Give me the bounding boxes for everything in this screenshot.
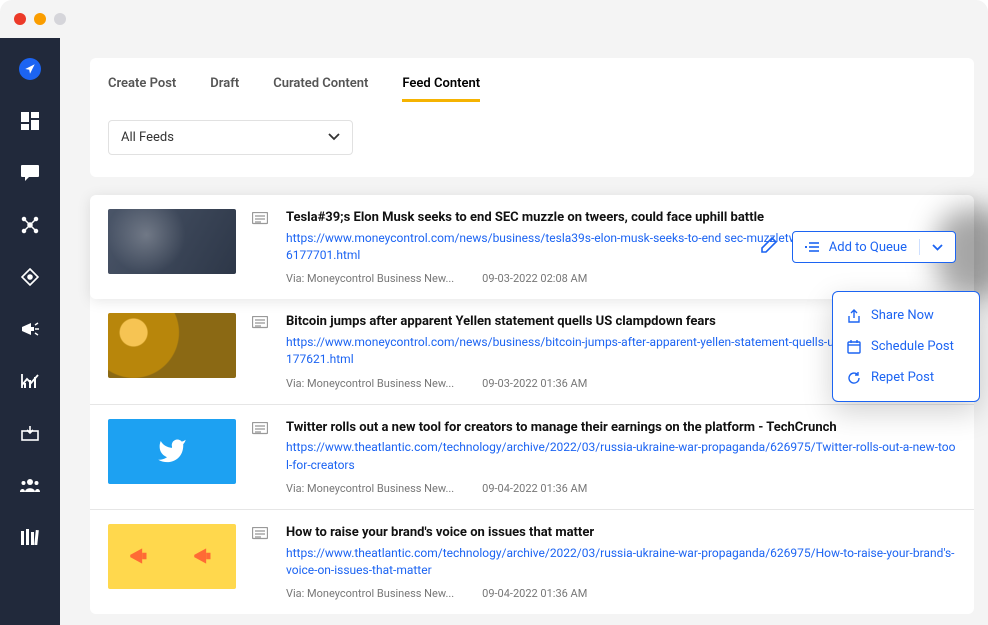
tab-create-post[interactable]: Create Post (108, 76, 176, 102)
feed-filter-label: All Feeds (121, 130, 174, 145)
tab-card: Create Post Draft Curated Content Feed C… (90, 58, 974, 177)
feed-row[interactable]: Tesla#39;s Elon Musk seeks to end SEC mu… (90, 195, 974, 299)
feed-source: Via: Moneycontrol Business New... (286, 482, 454, 495)
tab-draft[interactable]: Draft (210, 76, 239, 102)
chevron-down-icon (328, 130, 340, 145)
feed-source: Via: Moneycontrol Business New... (286, 377, 454, 390)
feed-source: Via: Moneycontrol Business New... (286, 272, 454, 285)
window-minimize-dot[interactable] (34, 13, 46, 25)
feed-title: Twitter rolls out a new tool for creator… (286, 419, 956, 437)
feed-source: Via: Moneycontrol Business New... (286, 587, 454, 600)
main-content: Create Post Draft Curated Content Feed C… (60, 38, 988, 625)
chevron-down-icon (932, 244, 943, 251)
feed-thumbnail (108, 524, 236, 589)
feed-url[interactable]: https://www.theatlantic.com/technology/a… (286, 545, 956, 580)
nav-library-icon[interactable] (19, 526, 41, 548)
feed-timestamp: 09-03-2022 02:08 AM (482, 272, 587, 285)
feed-list: Tesla#39;s Elon Musk seeks to end SEC mu… (90, 195, 974, 614)
share-icon (847, 309, 861, 323)
feed-timestamp: 09-04-2022 01:36 AM (482, 587, 587, 600)
dropdown-repeat-post[interactable]: Repet Post (833, 362, 979, 393)
nav-dashboard-icon[interactable] (19, 110, 41, 132)
nav-messages-icon[interactable] (19, 162, 41, 184)
nav-inbox-icon[interactable] (19, 422, 41, 444)
add-to-queue-button[interactable]: Add to Queue (792, 231, 956, 263)
window-close-dot[interactable] (14, 13, 26, 25)
window-maximize-dot[interactable] (54, 13, 66, 25)
app-window: Create Post Draft Curated Content Feed C… (0, 0, 988, 625)
nav-team-icon[interactable] (19, 474, 41, 496)
nav-megaphone-icon[interactable] (19, 318, 41, 340)
feed-title: How to raise your brand's voice on issue… (286, 524, 956, 542)
dropdown-schedule-post[interactable]: Schedule Post (833, 331, 979, 362)
article-icon (252, 313, 270, 389)
dropdown-label: Schedule Post (871, 339, 954, 354)
row-actions: Add to Queue (760, 231, 956, 263)
titlebar (0, 0, 988, 38)
queue-icon (805, 241, 819, 253)
feed-row[interactable]: How to raise your brand's voice on issue… (90, 510, 974, 614)
feed-thumbnail (108, 209, 236, 274)
nav-target-icon[interactable] (19, 266, 41, 288)
feed-row[interactable]: Twitter rolls out a new tool for creator… (90, 405, 974, 510)
feed-thumbnail (108, 313, 236, 378)
feed-url[interactable]: https://www.theatlantic.com/technology/a… (286, 439, 956, 474)
edit-icon[interactable] (760, 236, 778, 258)
feed-timestamp: 09-04-2022 01:36 AM (482, 482, 587, 495)
queue-dropdown: Share Now Schedule Post Repet Post (832, 291, 980, 402)
feed-title: Tesla#39;s Elon Musk seeks to end SEC mu… (286, 209, 956, 227)
feed-filter-select[interactable]: All Feeds (108, 120, 353, 155)
tab-curated-content[interactable]: Curated Content (273, 76, 368, 102)
dropdown-share-now[interactable]: Share Now (833, 300, 979, 331)
nav-network-icon[interactable] (19, 214, 41, 236)
tab-feed-content[interactable]: Feed Content (402, 76, 480, 102)
article-icon (252, 209, 270, 285)
dropdown-label: Repet Post (871, 370, 934, 385)
calendar-icon (847, 340, 861, 354)
sidebar (0, 38, 60, 625)
nav-analytics-icon[interactable] (19, 370, 41, 392)
article-icon (252, 419, 270, 495)
feed-timestamp: 09-03-2022 01:36 AM (482, 377, 587, 390)
add-to-queue-label: Add to Queue (829, 240, 907, 255)
article-icon (252, 524, 270, 600)
tab-bar: Create Post Draft Curated Content Feed C… (108, 76, 956, 102)
button-separator (919, 239, 920, 255)
feed-thumbnail (108, 419, 236, 484)
nav-compose-icon[interactable] (19, 58, 41, 80)
repeat-icon (847, 371, 861, 385)
dropdown-label: Share Now (871, 308, 934, 323)
